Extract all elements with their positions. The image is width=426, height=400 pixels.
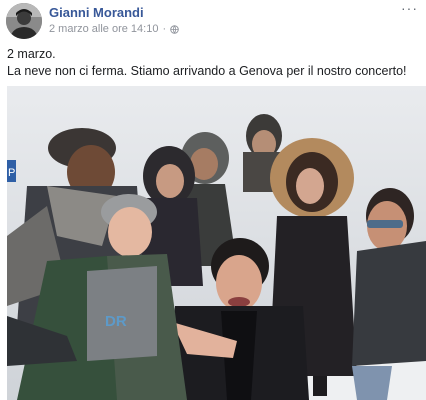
post-photo[interactable]: P DR	[7, 86, 426, 400]
meta-separator: ·	[162, 23, 167, 35]
hoodie-print: DR	[105, 313, 127, 330]
avatar-image	[6, 3, 42, 39]
post-timestamp[interactable]: 2 marzo alle ore 14:10	[49, 23, 158, 35]
post-text-line-1: 2 marzo.	[7, 47, 56, 61]
facebook-post: Gianni Morandi 2 marzo alle ore 14:10 · …	[0, 0, 426, 400]
post-meta: 2 marzo alle ore 14:10 ·	[49, 23, 179, 35]
author-name[interactable]: Gianni Morandi	[49, 5, 144, 20]
post-text-line-2: La neve non ci ferma. Stiamo arrivando a…	[7, 64, 407, 78]
globe-icon[interactable]	[170, 24, 179, 34]
group-selfie-photo: P DR	[7, 86, 426, 400]
ellipsis-icon: ···	[401, 0, 418, 16]
more-options-button[interactable]: ···	[401, 0, 418, 16]
post-header: Gianni Morandi 2 marzo alle ore 14:10 · …	[0, 0, 426, 40]
avatar[interactable]	[6, 3, 42, 39]
post-text: 2 marzo. La neve non ci ferma. Stiamo ar…	[7, 46, 421, 80]
parking-sign-letter: P	[8, 167, 15, 179]
